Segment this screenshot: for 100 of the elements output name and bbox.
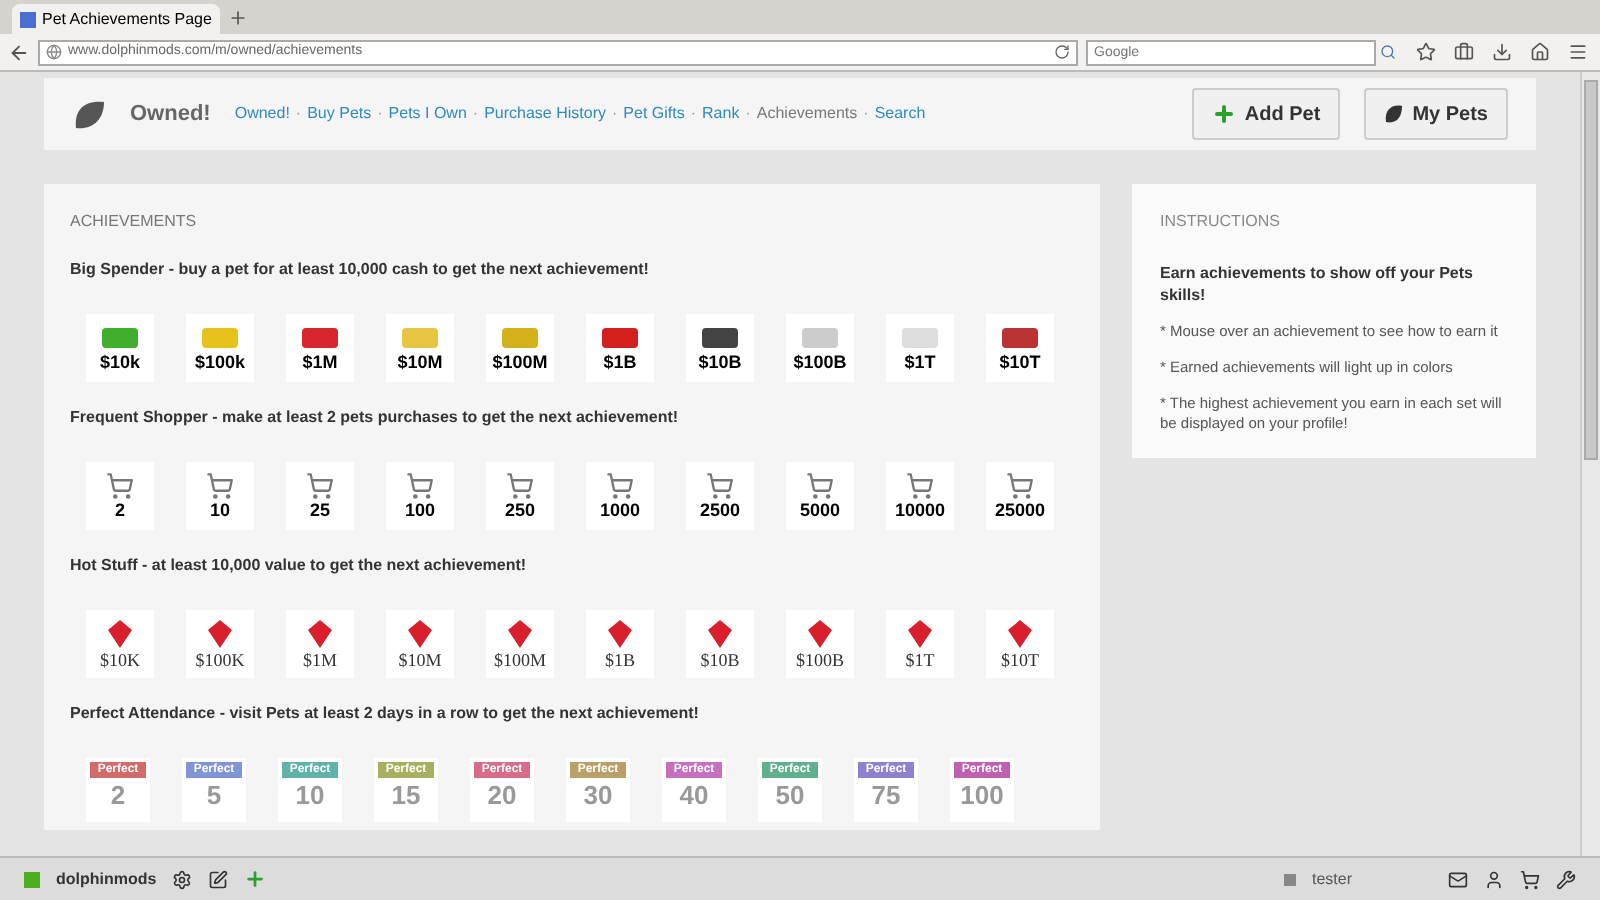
wrench-icon[interactable] [1556,869,1576,889]
prize-icon [98,324,142,352]
tab-title: Pet Achievements Page [42,7,212,31]
settings-icon[interactable] [172,869,193,889]
badge-label: 1000 [599,502,641,520]
bookmark-icon[interactable] [1416,42,1436,62]
cart-icon [206,472,234,500]
badge-number: 75 [871,778,901,814]
nav-link[interactable]: Pet Gifts [623,102,685,126]
cart-icon [506,472,534,500]
badge-label: $10T [1001,652,1039,670]
cart-icon [406,472,434,500]
badge-label: $100B [795,652,844,670]
site-icon [24,871,40,887]
site-name[interactable]: dolphinmods [56,867,157,891]
gem-icon [304,618,336,650]
badge-label: 25000 [994,502,1046,520]
badge-label: $10K [100,652,140,670]
nav-link[interactable]: Achievements [756,102,858,126]
set-description: Frequent Shopper - make at least 2 pets purchases to get the next achievement! [70,406,681,430]
nav-separator: · [612,102,618,126]
badge-number: 20 [487,778,517,814]
cart-icon [1006,472,1034,500]
prize-icon [798,324,842,352]
badge-number: 15 [391,778,421,814]
nav-link[interactable]: Search [874,102,926,126]
download-icon[interactable] [1492,42,1512,62]
nav-separator: · [863,102,869,126]
edit-icon[interactable] [208,869,229,889]
favicon-icon [20,11,36,27]
back-icon[interactable] [8,41,30,63]
scrollbar[interactable] [1580,72,1600,856]
nav-link[interactable]: Owned! [234,102,290,126]
badge-label: $1M [302,354,338,372]
gem-icon [604,618,636,650]
mail-icon[interactable] [1448,869,1468,889]
reload-icon[interactable] [1054,44,1070,60]
nav-separator: · [690,102,697,126]
badge-label: $1T [904,354,936,372]
instructions-lead: Earn achievements to show off your Pets skills! [1160,262,1475,306]
badge-number: 10 [295,778,325,814]
my-pets-button[interactable]: My Pets [1364,88,1508,140]
badge-number: 30 [583,778,613,814]
prize-icon [598,324,642,352]
cart-icon[interactable] [1520,869,1540,889]
briefcase-icon[interactable] [1454,42,1474,62]
badge-label: 10 [209,502,230,520]
nav-separator: · [377,102,383,126]
gem-icon [104,618,136,650]
search-icon[interactable] [1380,44,1396,60]
badge-label: $1B [604,652,635,670]
nav-separator: · [745,102,751,126]
nav-link[interactable]: Buy Pets [307,102,372,126]
home-icon[interactable] [1530,42,1550,62]
cart-icon [606,472,634,500]
cart-icon [106,472,134,500]
globe-icon [46,44,62,60]
badge-number: 50 [775,778,805,814]
badge-label: 2500 [699,502,741,520]
cart-icon [906,472,934,500]
badge-label: 100 [404,502,436,520]
new-tab-icon[interactable] [228,8,248,28]
cart-icon [706,472,734,500]
gem-icon [904,618,936,650]
badge-label: $10B [700,652,740,670]
badge-label: 5000 [799,502,841,520]
badge-label: $100B [793,354,847,372]
add-pet-button[interactable]: Add Pet [1192,88,1341,140]
badge-number: 5 [206,778,222,814]
leaf-logo-icon [72,97,106,131]
badge-label: $10B [698,354,742,372]
badge-label: 25 [309,502,330,520]
badge-label: 10000 [894,502,946,520]
brand-title: Owned! [130,99,211,130]
section-title: ACHIEVEMENTS [70,210,199,234]
nav-link[interactable]: Purchase History [484,102,606,126]
user-name[interactable]: tester [1311,867,1352,891]
nav-link[interactable]: Pets I Own [388,102,467,126]
badge-number: 40 [679,778,709,814]
badge-number: 2 [110,778,126,814]
prize-icon [498,324,542,352]
prize-icon [398,324,442,352]
user-status-icon [1283,873,1296,885]
prize-icon [998,324,1042,352]
badge-label: $1T [905,652,935,670]
menu-icon[interactable] [1568,42,1588,62]
scrollbar-thumb[interactable] [1584,80,1598,460]
browser-tab[interactable]: Pet Achievements Page [12,4,220,34]
badge-label: $10T [999,354,1041,372]
nav-link[interactable]: Rank [702,102,740,126]
set-description: Hot Stuff - at least 10,000 value to get the next achievement! [70,554,529,578]
badge-label: $10M [397,354,443,372]
badge-label: 2 [114,502,125,520]
prize-icon [898,324,942,352]
badge-label: $10k [99,354,141,372]
badge-label: $10M [398,652,442,670]
plus-icon [1212,102,1237,126]
gem-icon [204,618,236,650]
user-icon[interactable] [1484,869,1504,889]
badge-label: $100k [194,354,246,372]
